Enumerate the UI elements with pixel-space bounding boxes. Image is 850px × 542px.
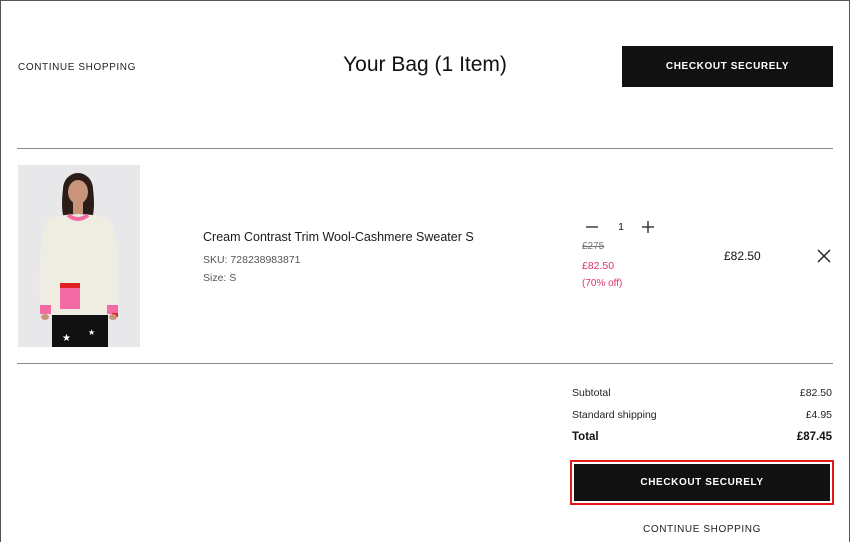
- line-total: £82.50: [724, 249, 761, 263]
- summary-subtotal: Subtotal £82.50: [572, 387, 832, 399]
- summary-total: Total £87.45: [572, 431, 832, 443]
- price-sale: £82.50: [582, 260, 615, 272]
- total-value: £87.45: [796, 431, 832, 443]
- svg-text:★: ★: [62, 333, 71, 344]
- continue-shopping-link-bottom[interactable]: CONTINUE SHOPPING: [570, 524, 834, 535]
- divider-top: [17, 148, 833, 149]
- product-sku: SKU: 728238983871: [203, 254, 301, 266]
- product-size: Size: S: [203, 272, 237, 284]
- divider-bottom: [17, 363, 833, 364]
- minus-icon: [586, 226, 598, 228]
- shipping-label: Standard shipping: [572, 409, 657, 421]
- product-name[interactable]: Cream Contrast Trim Wool-Cashmere Sweate…: [203, 230, 474, 244]
- checkout-button-bottom[interactable]: CHECKOUT SECURELY: [574, 464, 830, 501]
- price-discount: (70% off): [582, 278, 623, 289]
- subtotal-label: Subtotal: [572, 387, 611, 399]
- subtotal-value: £82.50: [799, 387, 832, 399]
- summary-shipping: Standard shipping £4.95: [572, 409, 832, 421]
- price-original: £275: [582, 241, 605, 252]
- svg-text:★: ★: [88, 328, 95, 337]
- product-image[interactable]: ★ ★: [18, 165, 140, 347]
- total-label: Total: [572, 431, 599, 443]
- remove-item-button[interactable]: [817, 249, 831, 263]
- product-photo-icon: ★ ★: [18, 165, 140, 347]
- quantity-value: 1: [618, 222, 624, 233]
- plus-icon: [642, 221, 654, 233]
- quantity-decrease-button[interactable]: [585, 218, 599, 236]
- close-icon: [817, 249, 831, 263]
- checkout-button-top[interactable]: CHECKOUT SECURELY: [622, 46, 833, 87]
- shipping-value: £4.95: [805, 409, 832, 421]
- quantity-increase-button[interactable]: [640, 218, 656, 236]
